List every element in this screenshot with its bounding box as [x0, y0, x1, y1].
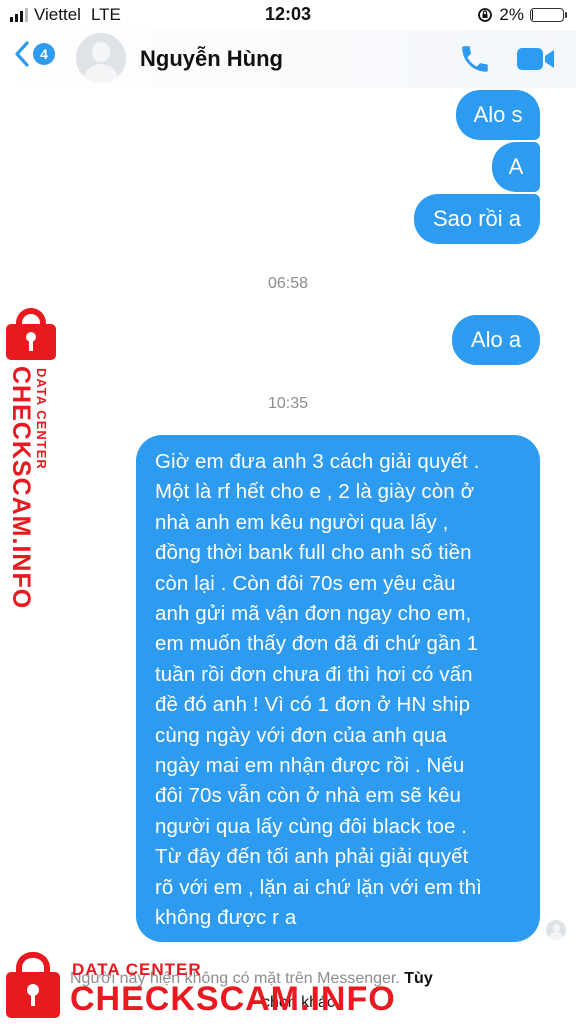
- conversation-header: 4 Nguyễn Hùng: [0, 30, 576, 88]
- message-line: Từ đây đến tối anh phải giải quyết: [155, 845, 469, 869]
- contact-name[interactable]: Nguyễn Hùng: [140, 46, 283, 72]
- message-bubble-sent[interactable]: Sao rồi a: [414, 194, 540, 244]
- message-line: rõ với em , lặn ai chứ lặn với em thì: [155, 875, 482, 899]
- timestamp: 06:58: [267, 275, 309, 292]
- rotation-lock-icon: [478, 8, 493, 22]
- message-line: không được r a: [155, 906, 297, 930]
- message-bubble-sent[interactable]: Alo a: [452, 315, 540, 365]
- message-line: Một là rf hết cho e , 2 là giày còn ở: [155, 480, 475, 504]
- battery-icon: [530, 8, 567, 22]
- read-receipt-avatar: [546, 920, 566, 940]
- unread-badge: 4: [33, 43, 55, 65]
- timestamp: 10:35: [267, 395, 309, 412]
- message-bubble-sent-long[interactable]: Giờ em đưa anh 3 cách giải quyết . Một l…: [136, 435, 540, 942]
- message-line: nhà anh em kêu người qua lấy ,: [155, 510, 449, 534]
- message-line: đề đó anh ! Vì có 1 đơn ở HN ship: [155, 693, 471, 717]
- message-line: anh gửi mã vận đơn ngay cho em,: [155, 602, 472, 626]
- watermark-small-text: DATA CENTER: [72, 960, 202, 979]
- watermark-side: DATA CENTER CHECKSCAM.INFO: [4, 308, 64, 610]
- message-line: cùng ngày với đơn của anh qua: [155, 723, 447, 747]
- message-line: người qua lấy cùng đôi black toe .: [155, 814, 468, 838]
- message-line: đồng thời bank full cho anh số tiền: [155, 541, 472, 565]
- battery-fill: [532, 10, 533, 20]
- avatar[interactable]: [76, 33, 126, 83]
- back-button[interactable]: 4: [14, 40, 55, 68]
- message-bubble-sent[interactable]: Alo s: [456, 90, 540, 140]
- watermark-large-text: CHECKSCAM.INFO: [7, 366, 35, 610]
- back-chevron-icon: [15, 41, 29, 67]
- message-line: còn lại . Còn đôi 70s em yêu cầu: [155, 571, 456, 595]
- more-options-link[interactable]: Tùy: [404, 970, 432, 987]
- status-bar: Viettel LTE 12:03 2%: [0, 0, 576, 30]
- message-line: Giờ em đưa anh 3 cách giải quyết .: [155, 450, 480, 473]
- message-bubble-sent[interactable]: A: [492, 142, 540, 192]
- message-line: ngày mai em nhận được rồi . Nếu: [155, 754, 465, 778]
- video-camera-icon[interactable]: [516, 45, 556, 78]
- watermark-large-text: CHECKSCAM.INFO: [70, 980, 396, 1018]
- lock-body: [6, 324, 56, 360]
- lock-body: [6, 972, 60, 1018]
- message-line: em muốn thấy đơn đã đi chứ gần 1: [155, 632, 479, 656]
- message-line: đôi 70s vẫn còn ở nhà em sẽ kêu: [155, 784, 462, 808]
- watermark-small-text: DATA CENTER: [34, 368, 49, 470]
- message-line: tuần rồi đơn chưa đi thì hơi có vấn: [155, 662, 473, 686]
- phone-icon[interactable]: [458, 42, 492, 81]
- battery-percent: 2%: [499, 5, 524, 24]
- status-right: 2%: [477, 5, 567, 25]
